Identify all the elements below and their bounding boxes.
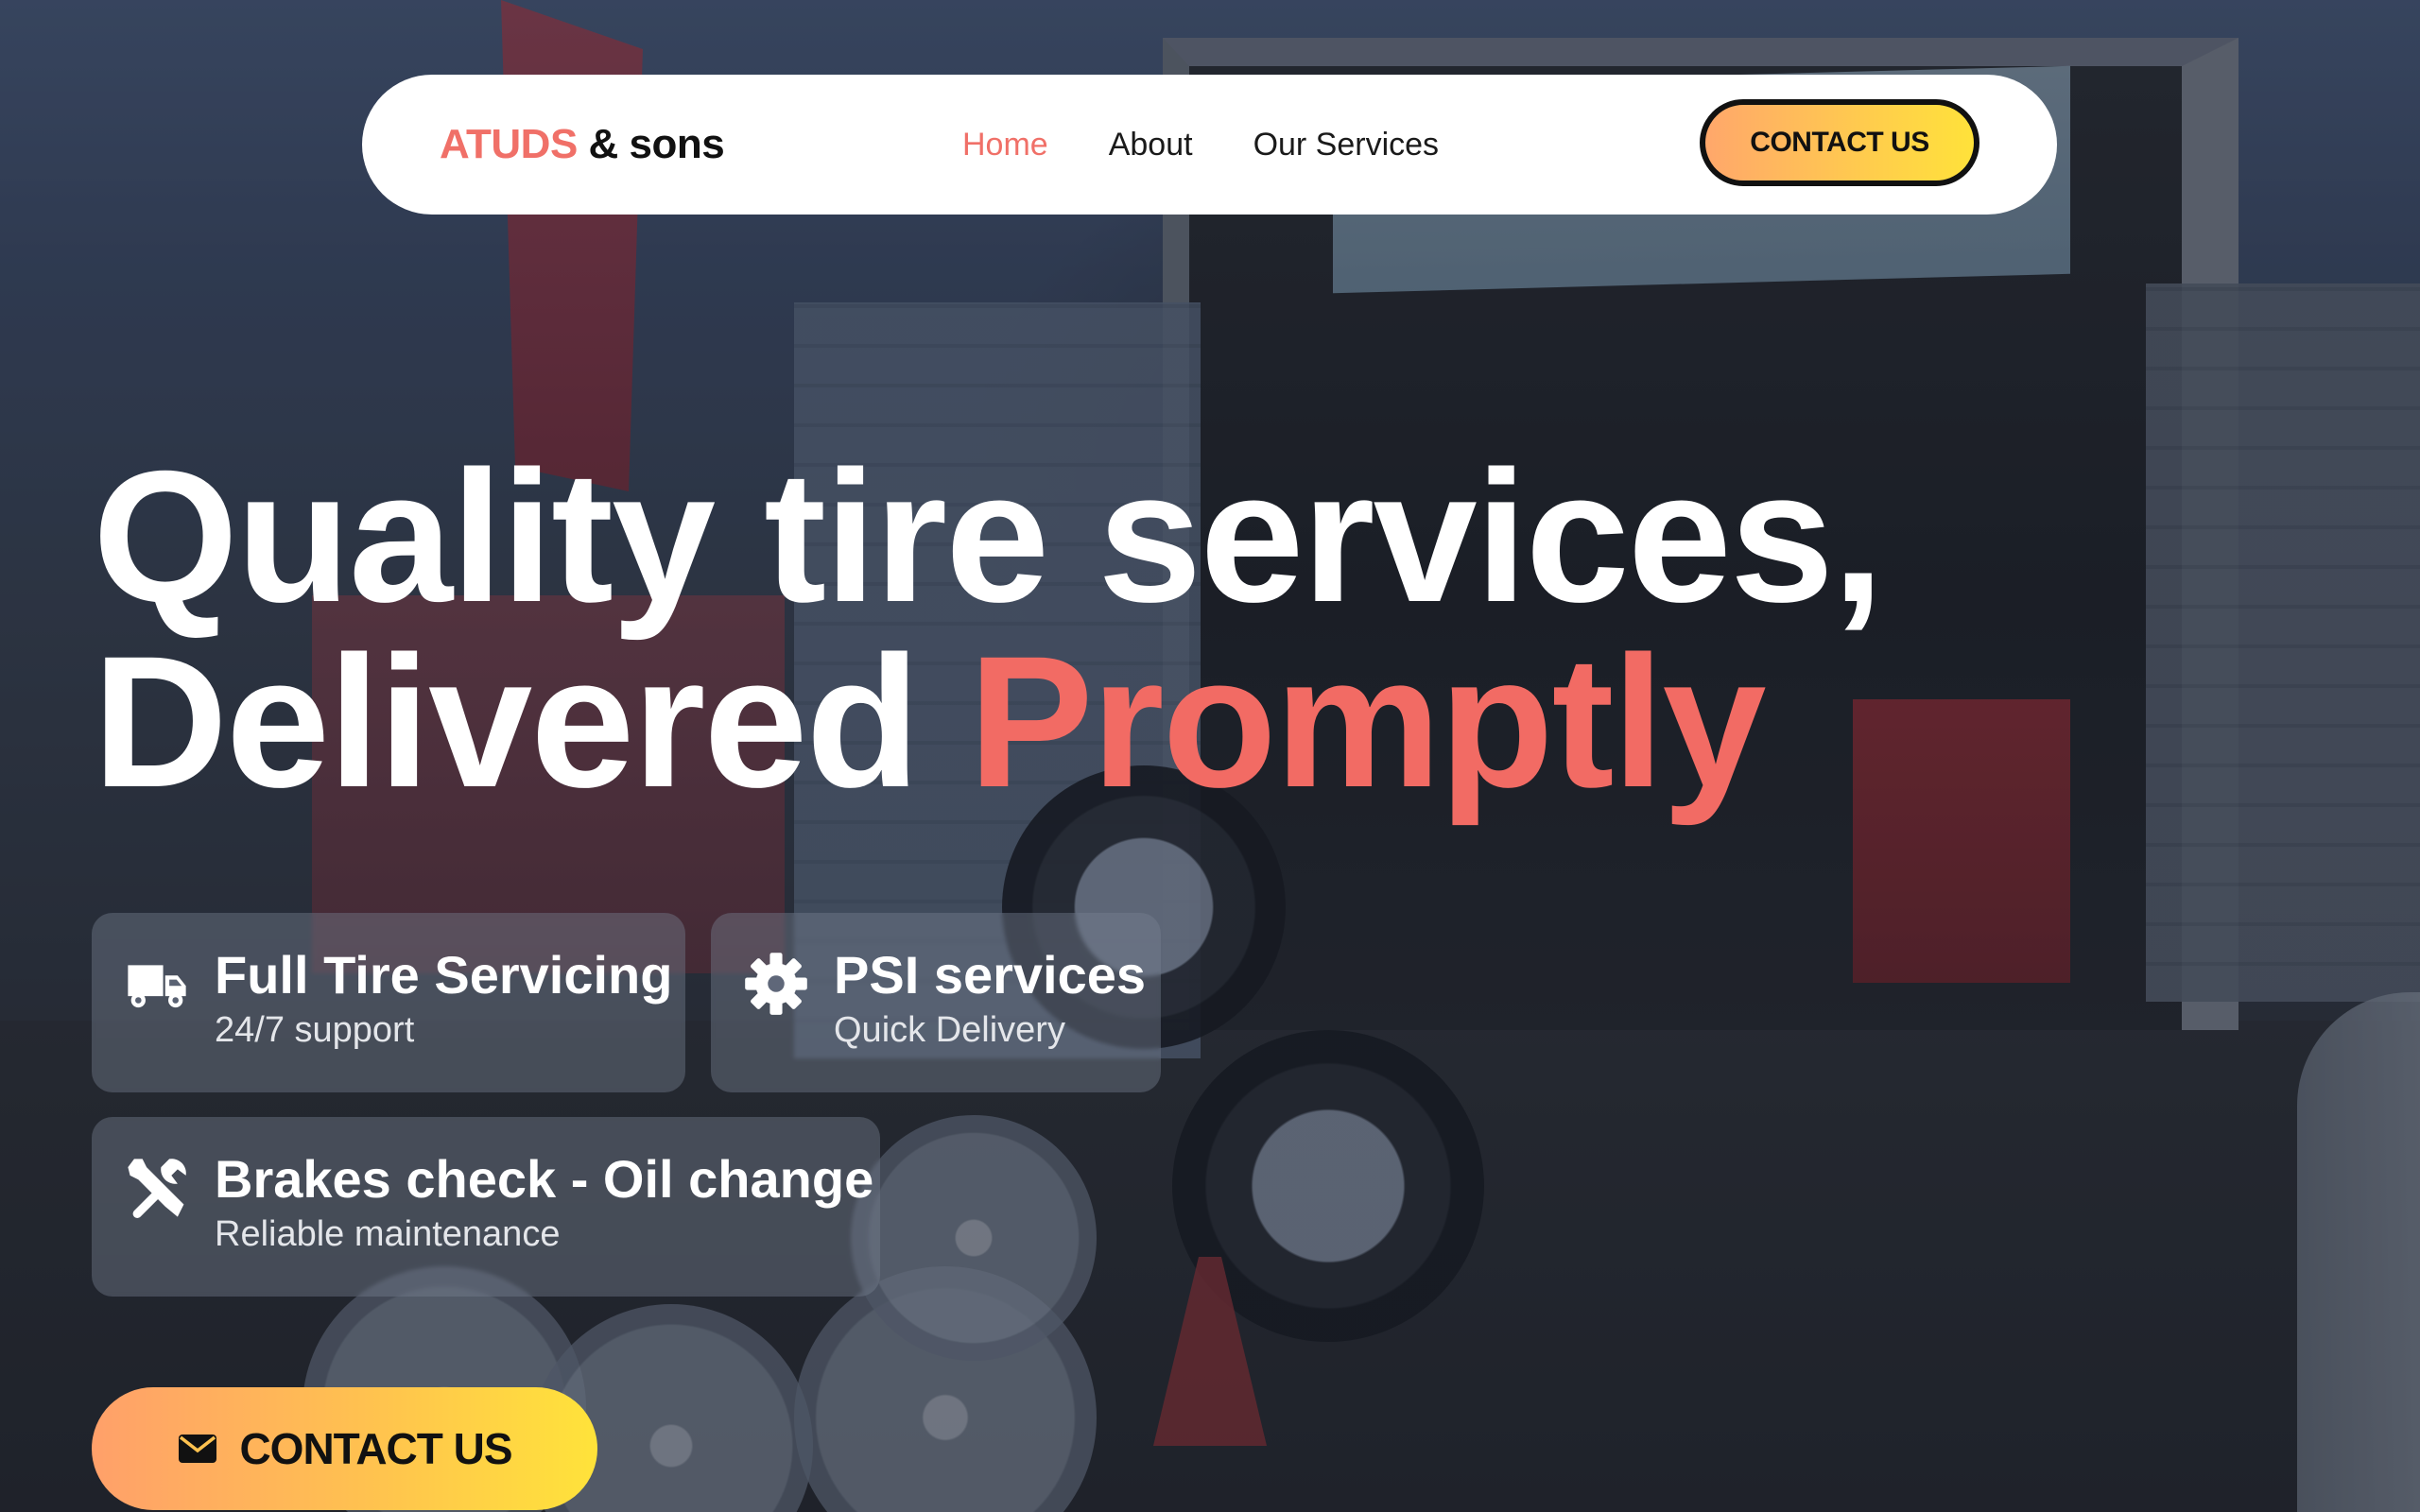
- nav-link-home[interactable]: Home: [962, 127, 1048, 163]
- feature-title: PSI services: [834, 945, 1147, 1005]
- hero-contact-button[interactable]: CONTACT US: [92, 1387, 597, 1510]
- hero-section: ATUDS & sons Home About Our Services CON…: [0, 0, 2420, 1512]
- headline-line-2-plain: Delivered: [93, 617, 920, 826]
- logo[interactable]: ATUDS & sons: [440, 121, 725, 168]
- nav-links: Home About Our Services: [962, 75, 1439, 215]
- hero-contact-label: CONTACT US: [239, 1424, 512, 1473]
- feature-card-brakes-oil: Brakes check - Oil change Reliable maint…: [92, 1117, 880, 1297]
- feature-subtitle: Quick Delivery: [834, 1010, 1065, 1050]
- truck-icon: [124, 951, 190, 1017]
- feature-text: Brakes check - Oil change Reliable maint…: [215, 1149, 873, 1297]
- navbar: ATUDS & sons Home About Our Services CON…: [362, 75, 2057, 215]
- feature-card-psi-services: PSI services Quick Delivery: [711, 913, 1161, 1092]
- logo-brand: ATUDS: [440, 121, 578, 167]
- feature-text: Full Tire Servicing 24/7 support: [215, 945, 672, 1092]
- feature-title: Full Tire Servicing: [215, 945, 673, 1005]
- tools-icon: [124, 1155, 190, 1221]
- headline-line-2-accent: Promptly: [968, 617, 1767, 826]
- feature-subtitle: 24/7 support: [215, 1010, 415, 1050]
- hero-headline: Quality tire services, Delivered Promptl…: [93, 443, 1884, 816]
- gear-icon: [743, 951, 809, 1017]
- nav-contact-button[interactable]: CONTACT US: [1700, 99, 1979, 186]
- nav-link-our-services[interactable]: Our Services: [1253, 127, 1440, 163]
- envelope-icon: [177, 1433, 218, 1465]
- feature-text: PSI services Quick Delivery: [834, 945, 1146, 1092]
- feature-subtitle: Reliable maintenance: [215, 1214, 561, 1254]
- feature-title: Brakes check - Oil change: [215, 1149, 874, 1209]
- headline-line-1: Quality tire services,: [93, 432, 1884, 641]
- nav-link-about[interactable]: About: [1109, 127, 1193, 163]
- feature-card-tire-servicing: Full Tire Servicing 24/7 support: [92, 913, 685, 1092]
- logo-suffix: & sons: [588, 121, 725, 167]
